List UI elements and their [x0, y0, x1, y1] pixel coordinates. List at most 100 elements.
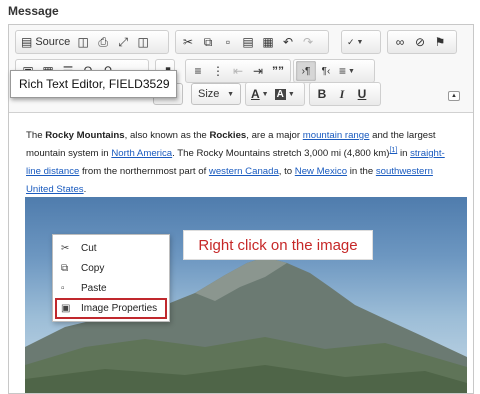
link-western-canada[interactable]: western Canada: [209, 166, 279, 177]
chevron-down-icon: ▼: [287, 90, 295, 98]
align-icon: ≡: [339, 64, 347, 78]
paste-icon: ▫: [225, 35, 231, 49]
copy-button[interactable]: ⧉: [198, 32, 218, 52]
context-menu-label: Paste: [81, 282, 107, 294]
italic-button[interactable]: I: [332, 84, 352, 104]
ltr-icon: ›¶: [301, 65, 311, 77]
flag-icon: ⚑: [434, 35, 446, 49]
paste-word-icon: ▦: [262, 35, 274, 49]
text-color-icon: A: [251, 87, 260, 101]
text-segment: from the northernmost part of: [79, 166, 209, 177]
maximize-button[interactable]: ⤢: [113, 32, 133, 52]
numbered-list-button[interactable]: ≡: [188, 61, 208, 81]
chevron-up-icon: ▲: [451, 93, 457, 99]
link-button[interactable]: ∞: [390, 32, 410, 52]
link-tool-group: ∞ ⊘ ⚑: [387, 30, 457, 54]
text-segment: . The Rocky Mountains stretch 3,000 mi (…: [172, 148, 390, 159]
color-tool-group: A ▼ A ▼: [245, 82, 305, 106]
context-menu: ✂ Cut ⧉ Copy ▫ Paste ▣ Image Properties: [52, 234, 170, 322]
paste-text-button[interactable]: ▤: [238, 32, 258, 52]
size-select[interactable]: Size ▼: [191, 83, 241, 105]
blockquote-button[interactable]: ””: [268, 61, 288, 81]
show-blocks-icon: ◫: [137, 35, 149, 49]
instruction-callout: Right click on the image: [183, 230, 373, 260]
bulleted-list-icon: ⋮: [212, 64, 224, 78]
context-menu-label: Cut: [81, 242, 97, 254]
chevron-down-icon: ▼: [348, 67, 355, 75]
underline-icon: U: [357, 87, 367, 101]
align-button[interactable]: ≡ ▼: [336, 61, 358, 81]
text-segment: The: [26, 130, 46, 141]
redo-icon: ↷: [302, 35, 314, 49]
anchor-button[interactable]: ⚑: [430, 32, 450, 52]
text-color-button[interactable]: A ▼: [248, 84, 272, 104]
link-icon: ∞: [395, 35, 405, 49]
cut-icon: ✂: [182, 35, 194, 49]
numbered-list-icon: ≡: [194, 64, 202, 78]
context-menu-label: Copy: [81, 262, 105, 274]
list-tool-group: ≡ ⋮ ⇤ ⇥ ””: [185, 59, 291, 83]
preview-button[interactable]: ◫: [73, 32, 93, 52]
blockquote-icon: ””: [272, 64, 284, 78]
unlink-icon: ⊘: [414, 35, 426, 49]
bulleted-list-button[interactable]: ⋮: [208, 61, 228, 81]
preview-icon: ◫: [77, 35, 89, 49]
chevron-down-icon: ▼: [261, 90, 269, 98]
paste-word-button[interactable]: ▦: [258, 32, 278, 52]
rich-text-editor: ▤ Source ◫ ⎙ ⤢ ◫ ✂ ⧉ ▫ ▤ ▦ ↶ ↷ ✓▼ ∞ ⊘ ⚑: [8, 24, 474, 394]
bg-color-button[interactable]: A ▼: [272, 84, 298, 104]
paste-icon: ▫: [61, 282, 65, 294]
ltr-button[interactable]: ›¶: [296, 61, 316, 81]
link-north-america[interactable]: North America: [111, 148, 172, 159]
paste-text-icon: ▤: [242, 35, 254, 49]
chevron-down-icon: ▼: [356, 38, 364, 46]
underline-button[interactable]: U: [352, 84, 372, 104]
context-menu-item-paste[interactable]: ▫ Paste: [53, 278, 169, 298]
chevron-down-icon: ▼: [227, 90, 234, 98]
text-segment: , also known as the: [124, 130, 210, 141]
editor-toolbar: ▤ Source ◫ ⎙ ⤢ ◫ ✂ ⧉ ▫ ▤ ▦ ↶ ↷ ✓▼ ∞ ⊘ ⚑: [9, 25, 473, 113]
direction-tool-group: ›¶ ¶‹ ≡ ▼: [293, 59, 375, 83]
maximize-icon: ⤢: [118, 34, 128, 49]
text-segment: in: [397, 148, 411, 159]
copy-icon: ⧉: [61, 262, 69, 274]
outdent-icon: ⇤: [232, 64, 244, 78]
spellcheck-icon: ✓: [347, 36, 355, 47]
rtl-button[interactable]: ¶‹: [316, 61, 336, 81]
copy-icon: ⧉: [203, 34, 213, 49]
size-select-label: Size: [198, 88, 220, 100]
text-segment: .: [83, 184, 87, 195]
bold-icon: B: [317, 87, 327, 101]
undo-button[interactable]: ↶: [278, 32, 298, 52]
editor-tooltip: Rich Text Editor, FIELD3529: [10, 70, 177, 98]
redo-button[interactable]: ↷: [298, 32, 318, 52]
bg-color-icon: A: [274, 88, 286, 100]
cut-button[interactable]: ✂: [178, 32, 198, 52]
source-button[interactable]: ▤ Source: [18, 32, 73, 52]
bold-term: Rockies: [209, 130, 247, 141]
link-new-mexico[interactable]: New Mexico: [295, 166, 347, 177]
field-label: Message: [8, 4, 59, 18]
clipboard-tool-group: ✂ ⧉ ▫ ▤ ▦ ↶ ↷: [175, 30, 329, 54]
paste-button[interactable]: ▫: [218, 32, 238, 52]
context-menu-item-copy[interactable]: ⧉ Copy: [53, 258, 169, 278]
scissors-icon: ✂: [61, 242, 70, 254]
show-blocks-button[interactable]: ◫: [133, 32, 153, 52]
outdent-button[interactable]: ⇤: [228, 61, 248, 81]
bold-button[interactable]: B: [312, 84, 332, 104]
indent-button[interactable]: ⇥: [248, 61, 268, 81]
collapse-toolbar-button[interactable]: ▲: [448, 91, 460, 101]
spellcheck-button[interactable]: ✓ ▼: [344, 32, 366, 52]
document-tool-group: ▤ Source ◫ ⎙ ⤢ ◫: [15, 30, 169, 54]
bold-term: Rocky Mountains: [45, 130, 125, 141]
print-button[interactable]: ⎙: [93, 32, 113, 52]
italic-icon: I: [339, 86, 345, 101]
unlink-button[interactable]: ⊘: [410, 32, 430, 52]
print-icon: ⎙: [98, 34, 108, 49]
link-mountain-range[interactable]: mountain range: [303, 130, 370, 141]
rtl-icon: ¶‹: [321, 65, 331, 77]
undo-icon: ↶: [282, 35, 294, 49]
context-menu-item-cut[interactable]: ✂ Cut: [53, 238, 169, 258]
context-menu-item-image-properties[interactable]: ▣ Image Properties: [55, 298, 167, 319]
article-paragraph: The Rocky Mountains, also known as the R…: [26, 127, 454, 199]
